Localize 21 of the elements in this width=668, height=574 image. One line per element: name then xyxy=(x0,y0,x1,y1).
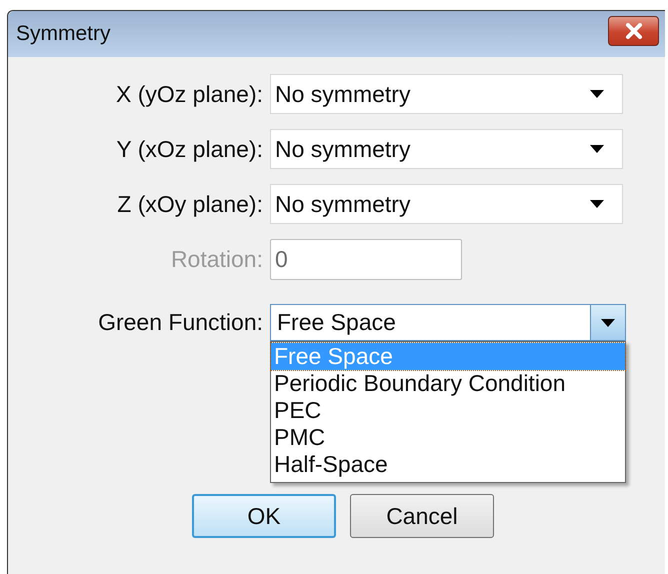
field-label: Rotation: xyxy=(170,246,264,273)
dropdown-field[interactable]: No symmetry xyxy=(270,74,623,114)
dropdown-option[interactable]: PEC xyxy=(271,397,625,424)
close-icon xyxy=(624,23,644,39)
dropdown-option[interactable]: PMC xyxy=(271,424,625,451)
field-label: X (yOz plane): xyxy=(115,80,264,108)
cancel-button[interactable]: Cancel xyxy=(350,494,494,538)
dropdown-field[interactable]: No symmetry xyxy=(270,184,623,224)
dropdown-option[interactable]: Half-Space xyxy=(271,451,625,478)
field-label: Y (xOz plane): xyxy=(115,136,264,162)
dropdown-arrow-icon xyxy=(590,200,604,208)
dropdown-arrow-icon xyxy=(590,145,604,153)
dropdown-option[interactable]: Periodic Boundary Condition xyxy=(271,370,625,397)
window-title: Symmetry xyxy=(16,22,110,46)
dropdown-field[interactable]: No symmetry xyxy=(270,129,623,169)
dropdown-field[interactable]: Free Space xyxy=(270,304,626,341)
dropdown-arrow-icon xyxy=(590,90,604,98)
close-button[interactable] xyxy=(608,16,659,46)
field-label: Z (xOy plane): xyxy=(116,190,264,218)
field-label: Green Function: xyxy=(97,309,264,336)
ok-button[interactable]: OK xyxy=(192,494,336,538)
